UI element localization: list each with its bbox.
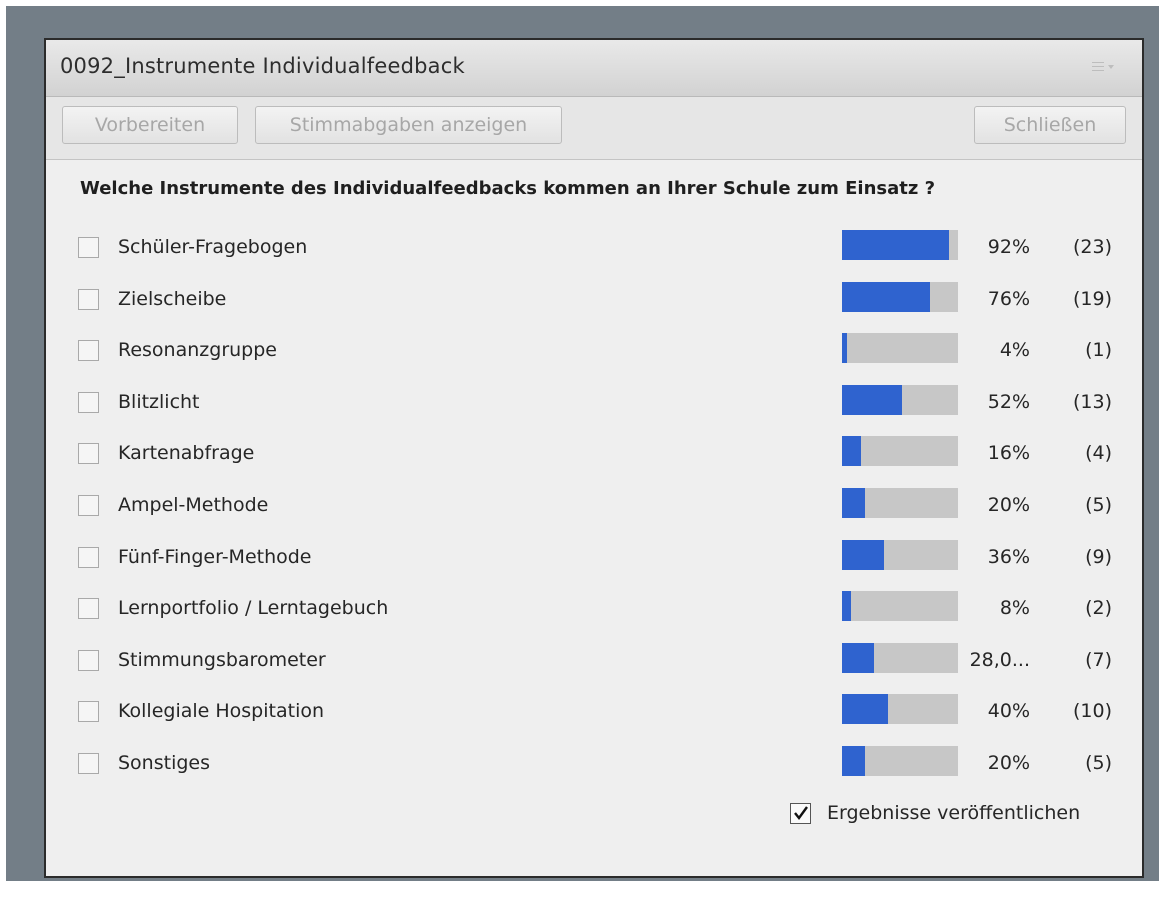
result-bar xyxy=(842,281,958,312)
option-label: Blitzlicht xyxy=(118,390,200,413)
option-percent: 36% xyxy=(987,545,1030,568)
poll-option-row: Blitzlicht 52% (13) xyxy=(46,383,1142,423)
poll-option-row: Lernportfolio / Lerntagebuch 8% (2) xyxy=(46,589,1142,629)
result-bar xyxy=(842,539,958,570)
result-bar-fill xyxy=(842,642,875,673)
poll-option-row: Stimmungsbarometer 28,0... (7) xyxy=(46,641,1142,681)
poll-option-row: Kollegiale Hospitation 40% (10) xyxy=(46,692,1142,732)
option-percent: 20% xyxy=(987,494,1030,516)
publish-checkbox[interactable] xyxy=(790,802,811,824)
option-count: (7) xyxy=(1085,648,1112,671)
poll-option-row: Sonstiges 20% (5) xyxy=(46,744,1142,784)
result-bar xyxy=(842,333,958,364)
option-count: (5) xyxy=(1085,752,1112,774)
option-count: (2) xyxy=(1085,597,1112,620)
title-bar: 0092_Instrumente Individualfeedback xyxy=(46,40,1142,97)
pod-title: 0092_Instrumente Individualfeedback xyxy=(60,54,465,78)
poll-option-row: Resonanzgruppe 4% (1) xyxy=(46,331,1142,371)
option-label: Stimmungsbarometer xyxy=(118,648,326,671)
option-label: Lernportfolio / Lerntagebuch xyxy=(118,597,389,620)
option-count: (1) xyxy=(1085,339,1112,362)
result-bar xyxy=(842,591,958,622)
option-percent: 52% xyxy=(987,390,1030,413)
result-bar-fill xyxy=(842,694,889,725)
result-bar xyxy=(842,436,958,467)
option-checkbox[interactable] xyxy=(78,701,99,723)
option-checkbox[interactable] xyxy=(78,649,99,671)
result-bar xyxy=(842,694,958,725)
option-count: (5) xyxy=(1085,494,1112,516)
poll-option-row: Ampel-Methode 20% (5) xyxy=(46,486,1142,526)
option-percent: 4% xyxy=(999,339,1030,362)
result-bar-fill xyxy=(842,488,866,518)
result-bar-fill xyxy=(842,539,884,570)
poll-option-row: Schüler-Fragebogen 92% (23) xyxy=(46,228,1142,268)
option-checkbox[interactable] xyxy=(78,237,99,258)
option-checkbox[interactable] xyxy=(78,443,99,465)
publish-label: Ergebnisse veröffentlichen xyxy=(827,802,1081,824)
option-label: Resonanzgruppe xyxy=(118,339,277,362)
option-label: Sonstiges xyxy=(118,752,211,774)
checkmark-icon xyxy=(794,805,808,820)
option-checkbox[interactable] xyxy=(78,288,99,310)
option-label: Kartenabfrage xyxy=(118,442,255,465)
poll-option-row: Zielscheibe 76% (19) xyxy=(46,280,1142,320)
option-count: (13) xyxy=(1072,390,1112,413)
result-bar xyxy=(842,384,958,415)
result-bar-fill xyxy=(842,591,852,622)
option-percent: 76% xyxy=(987,287,1030,310)
option-count: (19) xyxy=(1072,287,1112,310)
option-percent: 92% xyxy=(987,236,1030,258)
result-bar-fill xyxy=(842,436,861,467)
result-bar xyxy=(842,230,958,260)
option-count: (4) xyxy=(1085,442,1112,465)
option-percent: 28,0... xyxy=(969,648,1030,671)
option-checkbox[interactable] xyxy=(78,391,99,413)
option-count: (23) xyxy=(1072,236,1112,258)
option-count: (9) xyxy=(1085,545,1112,568)
poll-question: Welche Instrumente des Individualfeedbac… xyxy=(80,178,936,199)
option-percent: 20% xyxy=(987,752,1030,774)
option-checkbox[interactable] xyxy=(78,598,99,620)
option-percent: 8% xyxy=(999,597,1030,620)
result-bar xyxy=(842,488,958,518)
result-bar xyxy=(842,746,958,776)
option-percent: 16% xyxy=(987,442,1030,465)
poll-option-row: Fünf-Finger-Methode 36% (9) xyxy=(46,538,1142,578)
toolbar: Vorbereiten Stimmabgaben anzeigen Schlie… xyxy=(46,97,1142,160)
option-percent: 40% xyxy=(987,700,1030,723)
window-backdrop: 0092_Instrumente Individualfeedback Vorb… xyxy=(6,6,1159,881)
option-label: Schüler-Fragebogen xyxy=(118,236,308,258)
menu-lines-icon[interactable] xyxy=(1092,58,1122,76)
prepare-button[interactable]: Vorbereiten xyxy=(62,106,238,144)
option-label: Kollegiale Hospitation xyxy=(118,700,325,723)
poll-pod: 0092_Instrumente Individualfeedback Vorb… xyxy=(44,38,1144,878)
close-button[interactable]: Schließen xyxy=(974,106,1126,144)
option-checkbox[interactable] xyxy=(78,546,99,568)
poll-option-row: Kartenabfrage 16% (4) xyxy=(46,434,1142,474)
option-label: Fünf-Finger-Methode xyxy=(118,545,312,568)
result-bar-fill xyxy=(842,230,949,260)
show-votes-button[interactable]: Stimmabgaben anzeigen xyxy=(255,106,562,144)
result-bar-fill xyxy=(842,281,931,312)
result-bar-fill xyxy=(842,746,866,776)
result-bar-fill xyxy=(842,384,903,415)
option-label: Ampel-Methode xyxy=(118,494,269,516)
option-count: (10) xyxy=(1072,700,1112,723)
result-bar xyxy=(842,642,958,673)
result-bar-fill xyxy=(842,333,847,364)
option-label: Zielscheibe xyxy=(118,287,227,310)
option-checkbox[interactable] xyxy=(78,753,99,774)
option-checkbox[interactable] xyxy=(78,340,99,362)
publish-results-toggle[interactable]: Ergebnisse veröffentlichen xyxy=(790,798,1080,828)
option-checkbox[interactable] xyxy=(78,495,99,516)
